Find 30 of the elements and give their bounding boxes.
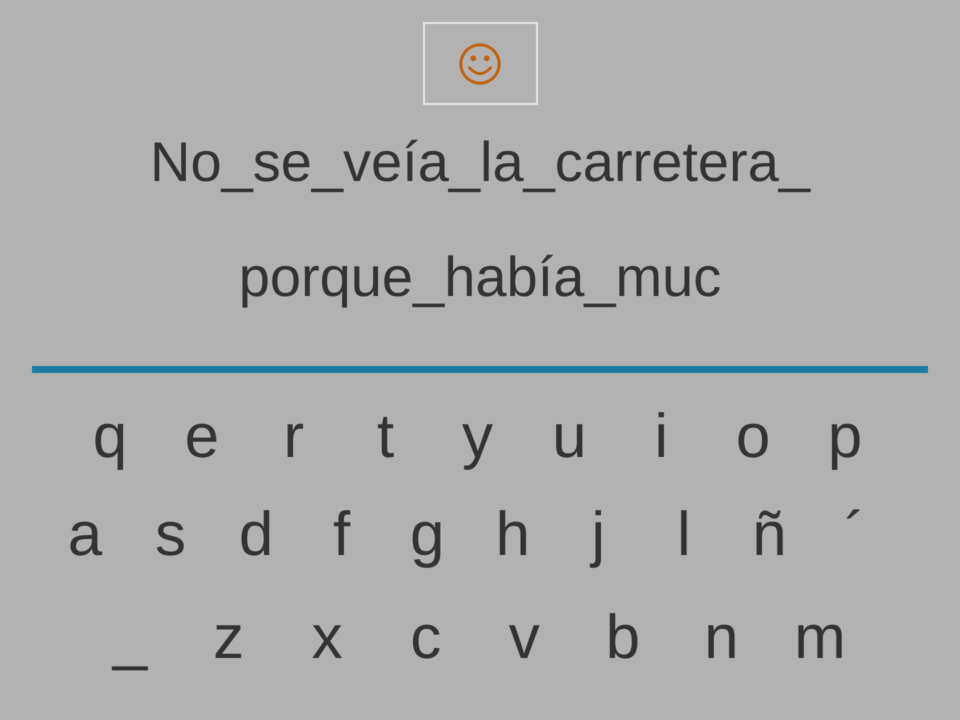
letter-key[interactable]: q: [80, 402, 140, 472]
letter-key[interactable]: y: [448, 402, 508, 472]
letter-key[interactable]: e: [172, 402, 232, 472]
letter-key[interactable]: u: [539, 402, 600, 472]
letter-key[interactable]: b: [592, 602, 653, 672]
letter-key[interactable]: l: [654, 500, 714, 570]
letter-key[interactable]: ´: [824, 500, 885, 570]
letter-key[interactable]: m: [790, 602, 850, 672]
letter-key[interactable]: p: [815, 402, 875, 472]
letter-key[interactable]: g: [397, 500, 458, 570]
letter-key[interactable]: n: [691, 602, 752, 672]
smiley-icon: [457, 40, 503, 86]
letter-key[interactable]: s: [140, 500, 201, 570]
sentence-text: porque_había_muc: [238, 248, 722, 306]
letter-key[interactable]: z: [198, 602, 259, 672]
letter-key[interactable]: h: [482, 500, 543, 570]
letter-key[interactable]: a: [55, 500, 115, 570]
letter-key[interactable]: d: [226, 500, 286, 570]
letter-key[interactable]: o: [723, 402, 784, 472]
letter-key[interactable]: x: [297, 602, 358, 672]
letter-key[interactable]: f: [312, 500, 372, 570]
letter-key[interactable]: _: [100, 602, 160, 672]
letter-key[interactable]: r: [264, 402, 324, 472]
letter-key[interactable]: v: [494, 602, 554, 672]
sentence-text: No_se_veía_la_carretera_: [150, 133, 810, 191]
letter-key[interactable]: i: [631, 402, 692, 472]
letter-key[interactable]: c: [396, 602, 456, 672]
letter-key[interactable]: j: [568, 500, 628, 570]
letter-key[interactable]: ñ: [739, 500, 800, 570]
letter-key[interactable]: t: [356, 402, 416, 472]
